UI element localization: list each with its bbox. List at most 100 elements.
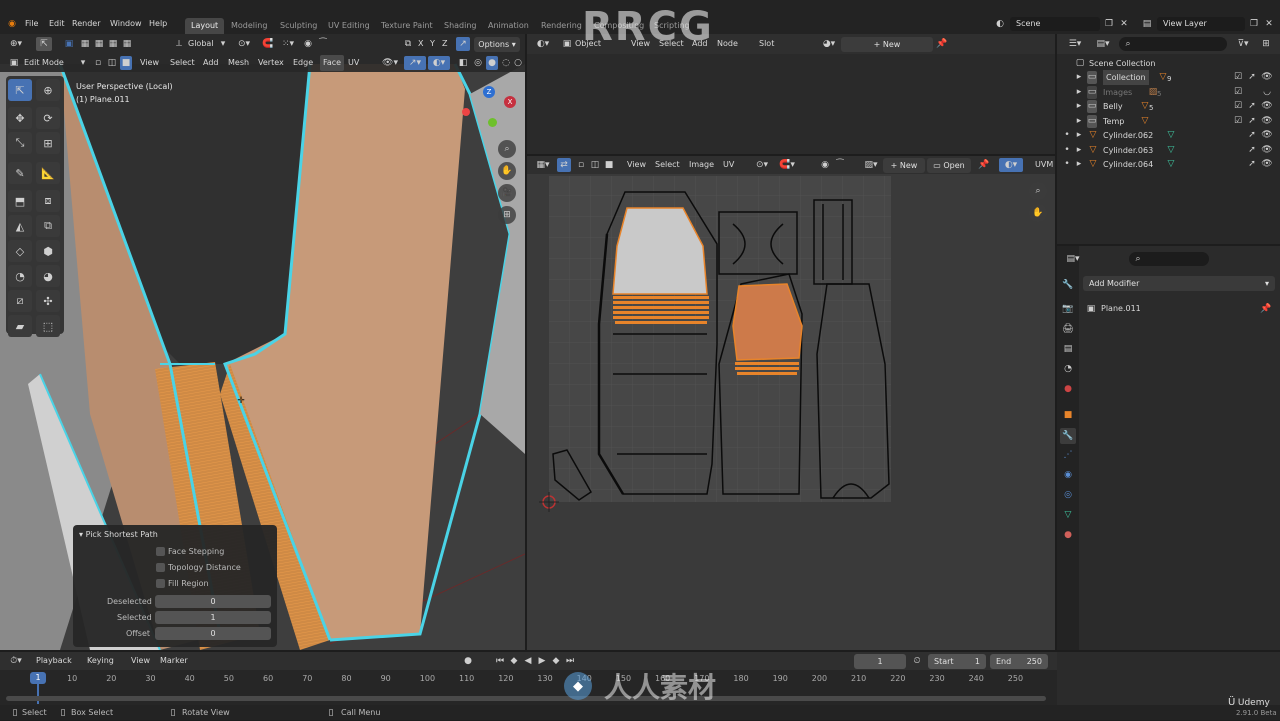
deselected-field[interactable]: 0 xyxy=(155,595,271,608)
menu-render[interactable]: Render xyxy=(72,16,100,32)
expand-icon[interactable]: ▸ xyxy=(1075,157,1083,172)
tab-sculpting[interactable]: Sculpting xyxy=(274,18,323,34)
timeline-ruler[interactable]: 1 10203040506070809010011012013014015016… xyxy=(0,670,1057,705)
bevel-tool-icon[interactable]: ◭ xyxy=(8,215,32,237)
gizmo-x-axis[interactable]: X xyxy=(504,96,516,108)
expand-icon[interactable]: ▸ xyxy=(1075,143,1083,158)
spin-tool-icon[interactable]: ◔ xyxy=(8,265,32,287)
move-tool-icon[interactable]: ✥ xyxy=(8,107,32,129)
uv-pan-hand-icon[interactable]: ✋ xyxy=(1029,204,1047,222)
transform-tool-icon[interactable]: ⊞ xyxy=(36,132,60,154)
tab-layout[interactable]: Layout xyxy=(185,18,225,34)
uv-menu-image[interactable]: Image xyxy=(689,157,714,173)
view-layer-field[interactable]: View Layer xyxy=(1157,17,1245,31)
menu-file[interactable]: File xyxy=(25,16,38,32)
eye-closed-icon[interactable]: ◡ xyxy=(1261,86,1273,99)
menu-mesh[interactable]: Mesh xyxy=(228,55,249,71)
delete-scene-icon[interactable]: ✕ xyxy=(1118,17,1130,31)
select-arrow-icon[interactable]: ➚ xyxy=(1247,129,1257,142)
scene-tab-icon[interactable]: ◔ xyxy=(1061,362,1075,376)
eye-icon[interactable]: 👁 xyxy=(1261,144,1273,157)
uv-menu-uv[interactable]: UV xyxy=(723,157,734,173)
outliner-type-icon[interactable]: ☰▾ xyxy=(1065,37,1085,51)
timeline-menu-playback[interactable]: Playback xyxy=(36,653,72,669)
clock-icon[interactable]: ⏲ xyxy=(910,654,924,668)
blender-logo-icon[interactable]: ◉ xyxy=(4,16,20,32)
properties-search-input[interactable]: ⌕ xyxy=(1129,252,1209,266)
menu-edge[interactable]: Edge xyxy=(293,55,313,71)
transform-orientation-dropdown[interactable]: Global xyxy=(188,36,214,52)
timeline-type-icon[interactable]: ⏱▾ xyxy=(6,654,26,668)
select-arrow-icon[interactable]: ➚ xyxy=(1247,158,1257,171)
select-invert-icon[interactable]: ▦ xyxy=(106,37,120,51)
expand-icon[interactable]: ▸ xyxy=(1075,85,1083,100)
gizmo-neg-x-axis[interactable] xyxy=(462,108,470,116)
poly-build-tool-icon[interactable]: ⬢ xyxy=(36,240,60,262)
jump-start-icon[interactable]: ⏮ xyxy=(494,654,506,668)
constraints-tab-icon[interactable]: ◎ xyxy=(1061,488,1075,502)
zoom-icon[interactable]: ⌕ xyxy=(498,140,516,158)
expand-icon[interactable]: ▸ xyxy=(1075,128,1083,143)
chevron-down-icon[interactable]: ▾ xyxy=(78,56,88,70)
shader-menu-node[interactable]: Node xyxy=(717,36,738,52)
physics-tab-icon[interactable]: ◉ xyxy=(1061,468,1075,482)
select-box-icon[interactable]: ▣ xyxy=(62,37,76,51)
outliner-item-collection[interactable]: ▸ ▭ Collection ▽ 9 ☑ ➚ 👁 xyxy=(1057,70,1279,85)
exclude-checkbox[interactable]: ☑ xyxy=(1233,115,1243,128)
editor-type-icon[interactable]: ⊕▾ xyxy=(6,37,26,51)
solid-shading-icon[interactable]: ● xyxy=(486,56,498,70)
viewport-3d[interactable]: ⊕▾ ⇱ ▣ ▦ ▦ ▦ ▦ ⟂ Global ▾ ⊙▾ 🧲 ⁙▾ ◉ ⁀ ⧉ … xyxy=(0,34,525,650)
tab-animation[interactable]: Animation xyxy=(482,18,535,34)
visibility-icon[interactable]: 👁▾ xyxy=(380,56,400,70)
exclude-checkbox[interactable]: ☑ xyxy=(1233,100,1243,113)
edge-slide-tool-icon[interactable]: ⧄ xyxy=(8,290,32,312)
tab-rendering[interactable]: Rendering xyxy=(535,18,588,34)
filter-icon[interactable]: ⊽▾ xyxy=(1233,37,1253,51)
offset-field[interactable]: 0 xyxy=(155,627,271,640)
vertex-select-icon[interactable]: ▫ xyxy=(92,56,104,70)
menu-vertex[interactable]: Vertex xyxy=(258,55,284,71)
node-editor-type-icon[interactable]: ◐▾ xyxy=(533,37,553,51)
new-collection-icon[interactable]: ⊞ xyxy=(1259,37,1273,51)
rip-tool-icon[interactable]: ⬚ xyxy=(36,315,60,337)
gizmo-y-axis[interactable] xyxy=(488,118,497,127)
eye-icon[interactable]: 👁 xyxy=(1261,115,1273,128)
tab-texture-paint[interactable]: Texture Paint xyxy=(375,18,439,34)
menu-uv[interactable]: UV xyxy=(348,55,359,71)
output-tab-icon[interactable]: 🖨 xyxy=(1061,322,1075,336)
select-tool-icon[interactable]: ⇱ xyxy=(8,79,32,101)
outliner-search-input[interactable]: ⌕ xyxy=(1119,37,1227,51)
particles-tab-icon[interactable]: ⋰ xyxy=(1061,448,1075,462)
properties-pin-icon[interactable]: 📌 xyxy=(1259,302,1273,316)
uv-overlay-icon[interactable]: ◐▾ xyxy=(999,158,1023,172)
camera-view-icon[interactable]: 🎥 xyxy=(498,184,516,202)
shear-tool-icon[interactable]: ▰ xyxy=(8,315,32,337)
expand-icon[interactable]: • xyxy=(1063,157,1071,172)
tab-modeling[interactable]: Modeling xyxy=(225,18,273,34)
menu-select[interactable]: Select xyxy=(170,55,195,71)
eye-icon[interactable]: 👁 xyxy=(1261,129,1273,142)
rotate-tool-icon[interactable]: ⟳ xyxy=(36,107,60,129)
uv-zoom-icon[interactable]: ⌕ xyxy=(1029,182,1047,200)
checkbox-fill-region[interactable] xyxy=(156,579,165,588)
eye-icon[interactable]: 👁 xyxy=(1261,158,1273,171)
exclude-checkbox[interactable]: ☑ xyxy=(1233,86,1243,99)
shader-editor[interactable]: ◐▾ ▣ Object View Select Add Node Slot ◕▾… xyxy=(527,34,1055,154)
new-image-button[interactable]: + New xyxy=(883,158,925,173)
select-arrow-icon[interactable]: ➚ xyxy=(1247,71,1257,84)
ortho-grid-icon[interactable]: ⊞ xyxy=(498,206,516,224)
select-cursor-icon[interactable]: ⇱ xyxy=(36,37,52,51)
select-extend-icon[interactable]: ▦ xyxy=(78,37,92,51)
properties-editor-type-icon[interactable]: ▤▾ xyxy=(1063,252,1083,266)
next-key-icon[interactable]: ◆ xyxy=(550,654,562,668)
cursor-tool-icon[interactable]: ⊕ xyxy=(36,79,60,101)
select-intersect-icon[interactable]: ▦ xyxy=(120,37,134,51)
overlay-icon[interactable]: ◐▾ xyxy=(428,56,450,70)
start-frame-field[interactable]: Start 1 xyxy=(928,654,986,669)
menu-face[interactable]: Face xyxy=(320,55,345,71)
expand-icon[interactable]: • xyxy=(1063,128,1071,143)
jump-end-icon[interactable]: ⏭ xyxy=(564,654,576,668)
tab-shading[interactable]: Shading xyxy=(438,18,483,34)
measure-tool-icon[interactable]: 📐 xyxy=(36,162,60,184)
uv-menu-select[interactable]: Select xyxy=(655,157,680,173)
